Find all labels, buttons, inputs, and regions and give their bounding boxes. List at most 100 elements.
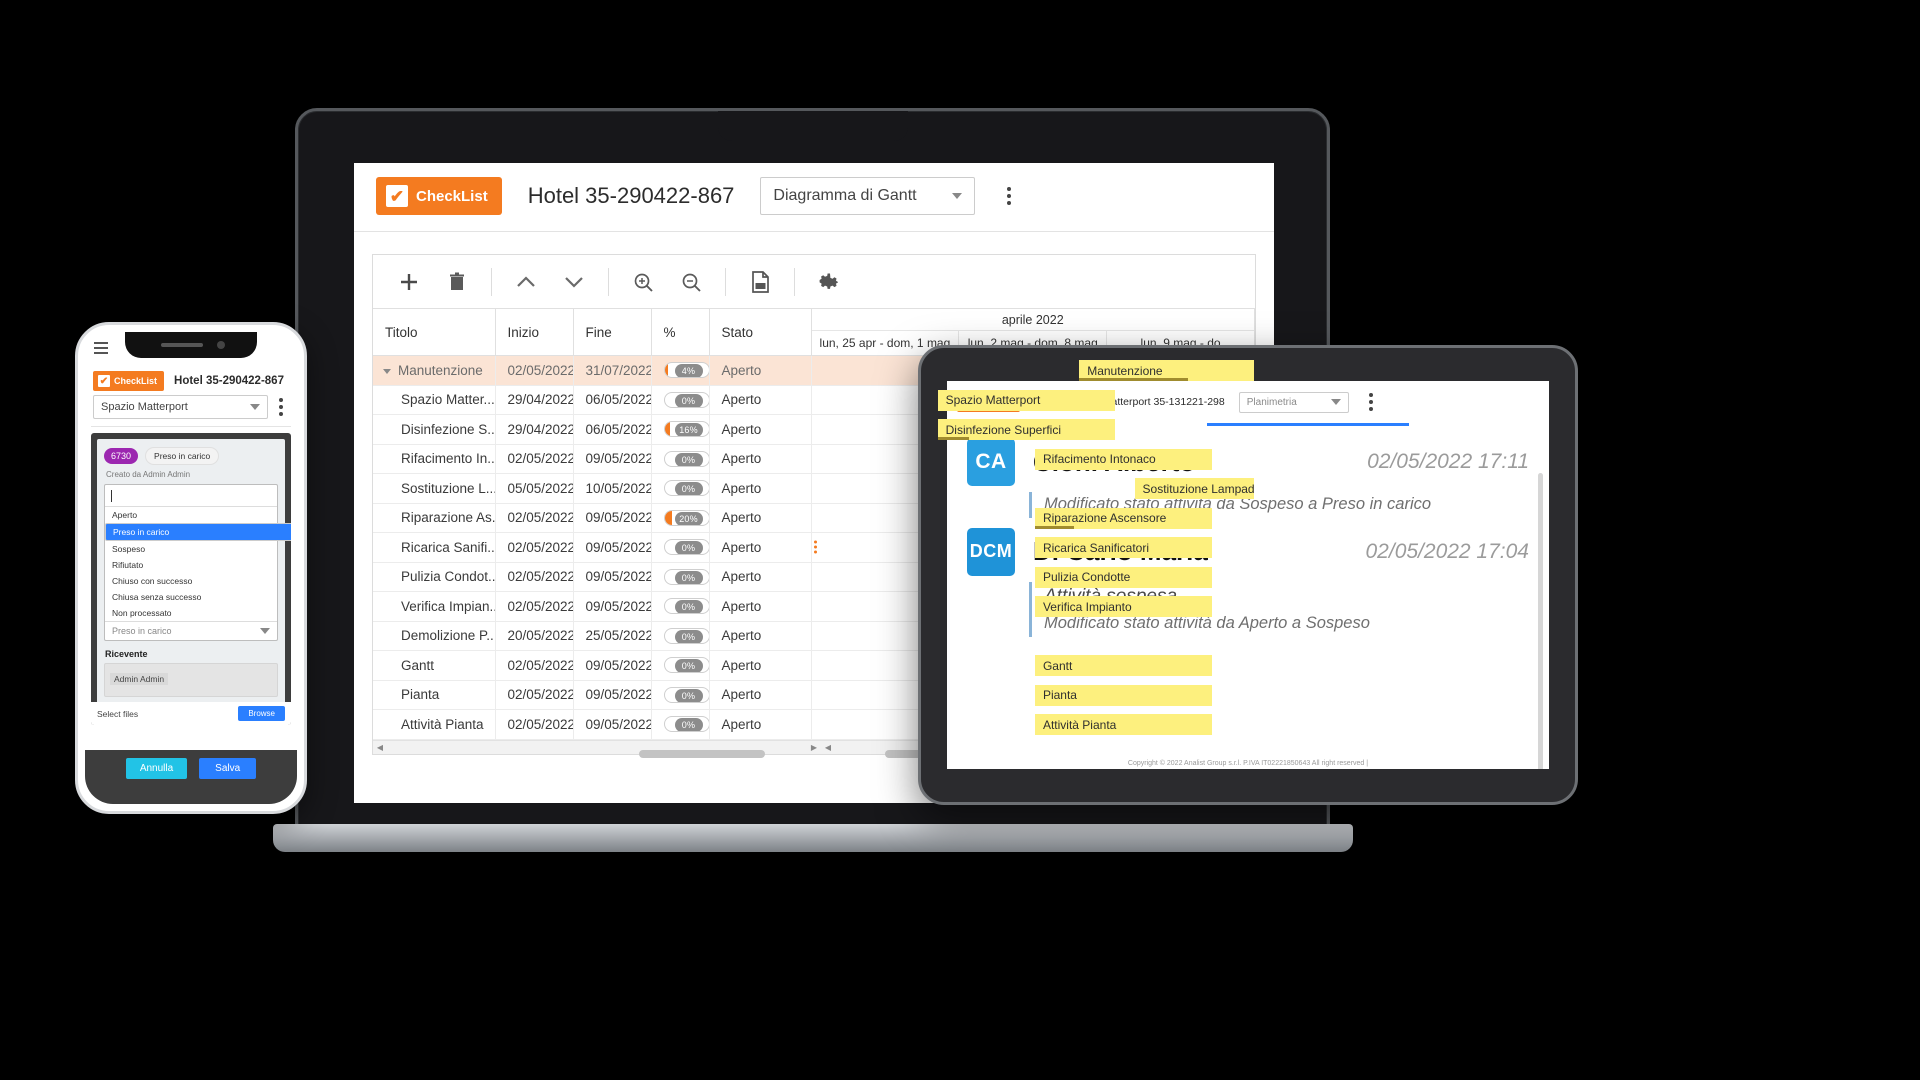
- cell-stato: Aperto: [709, 621, 812, 651]
- delete-task-button[interactable]: [435, 261, 479, 303]
- cell-titolo: Ricarica Sanifi...: [373, 532, 496, 563]
- app-logo[interactable]: ✔ CheckList: [93, 371, 165, 391]
- status-badge: Preso in carico: [145, 447, 220, 465]
- toolbar-divider: [491, 267, 492, 296]
- status-options-list[interactable]: Aperto Preso in carico Sospeso Rifiutato Chi…: [105, 507, 291, 621]
- more-options-button[interactable]: [273, 394, 289, 420]
- gantt-bar-label: Rifacimento Intonaco: [1042, 452, 1156, 466]
- activity-timestamp: 02/05/2022 17:11: [1367, 450, 1529, 473]
- progress-pill: 0%: [663, 568, 708, 585]
- status-option-3[interactable]: Rifiutato: [105, 557, 277, 573]
- cell-inizio: 02/05/2022: [495, 444, 574, 474]
- scroll-right-icon[interactable]: ▶: [807, 743, 821, 752]
- cell-percent: 0%: [651, 650, 710, 681]
- progress-pill: 16%: [663, 421, 708, 438]
- status-combobox[interactable]: Aperto Preso in carico Sospeso Rifiutato Chi…: [104, 484, 291, 641]
- col-header-percent[interactable]: %: [651, 309, 710, 356]
- vertical-scrollbar[interactable]: [1538, 473, 1543, 769]
- cell-inizio: 02/05/2022: [495, 532, 574, 563]
- save-button[interactable]: Salva: [199, 758, 257, 779]
- scroll-left-icon[interactable]: ◀: [373, 743, 387, 752]
- modal-footer: Annulla Salva: [85, 750, 297, 804]
- col-header-fine[interactable]: Fine: [573, 309, 652, 356]
- gantt-bar[interactable]: Verifica Impianto: [1034, 596, 1212, 617]
- col-header-stato[interactable]: Stato: [709, 309, 812, 356]
- gantt-bar[interactable]: Pulizia Condotte: [1034, 566, 1212, 588]
- export-pdf-button[interactable]: [738, 261, 782, 303]
- scroll-left-icon-2[interactable]: ◀: [821, 743, 835, 752]
- progress-value: 0%: [674, 570, 703, 584]
- activity-timestamp: 02/05/2022 17:04: [1365, 539, 1530, 563]
- status-option-6[interactable]: Non processato: [105, 605, 277, 621]
- gantt-bar[interactable]: Ricarica Sanificatori: [1034, 537, 1212, 558]
- tablet-bezel: ✔ CheckList Manutenzione Matterport 35-1…: [918, 345, 1578, 805]
- status-option-4[interactable]: Chiuso con successo: [105, 573, 277, 589]
- gantt-bar[interactable]: Riparazione Ascensore: [1034, 507, 1212, 529]
- progress-value: 0%: [674, 688, 703, 702]
- table-row[interactable]: Gantt 02/05/2022 09/05/2022 0% Aperto Gantt: [373, 650, 1255, 681]
- progress-pill: 0%: [663, 480, 708, 497]
- table-row[interactable]: Manutenzione 02/05/2022 31/07/2022 4% Aperto…: [373, 355, 1255, 386]
- cell-percent: 0%: [651, 562, 710, 592]
- page-title: Hotel 35-290422-867: [527, 183, 735, 208]
- status-option-1[interactable]: Preso in carico: [105, 523, 291, 541]
- view-select[interactable]: Diagramma di Gantt: [760, 177, 976, 215]
- gantt-bar[interactable]: Attività Pianta: [1034, 714, 1212, 735]
- status-option-0[interactable]: Aperto: [105, 507, 277, 523]
- zoom-in-button[interactable]: [621, 261, 665, 303]
- table-row[interactable]: Riparazione As... 02/05/2022 09/05/2022 20%…: [373, 503, 1255, 533]
- status-search-input[interactable]: [105, 485, 277, 507]
- table-row[interactable]: Verifica Impian... 02/05/2022 09/05/2022 0%…: [373, 591, 1255, 622]
- more-options-button[interactable]: [1363, 389, 1379, 415]
- gantt-bar[interactable]: Rifacimento Intonaco: [1034, 448, 1212, 470]
- cancel-button[interactable]: Annulla: [125, 758, 188, 779]
- add-task-button[interactable]: [387, 261, 431, 303]
- table-row[interactable]: Rifacimento In... 02/05/2022 09/05/2022 0% A…: [373, 444, 1255, 474]
- view-select[interactable]: Planimetria: [1238, 391, 1349, 413]
- app-logo[interactable]: ✔ CheckList: [376, 177, 502, 215]
- progress-value: 4%: [674, 364, 703, 378]
- progress-pill: 20%: [663, 509, 708, 526]
- gantt-bar[interactable]: Spazio Matterport: [937, 389, 1115, 411]
- table-row[interactable]: Pulizia Condot... 02/05/2022 09/05/2022 0% A…: [373, 562, 1255, 592]
- gantt-bar-label: Manutenzione: [1087, 363, 1163, 378]
- settings-button[interactable]: [807, 261, 851, 303]
- gantt-bar[interactable]: Disinfezione Superfici: [937, 419, 1115, 440]
- progress-value: 0%: [674, 659, 703, 673]
- cell-inizio: 20/05/2022: [495, 621, 574, 651]
- cell-percent: 0%: [651, 532, 710, 563]
- row-menu-icon[interactable]: [813, 540, 817, 554]
- cell-stato: Aperto: [709, 591, 812, 622]
- cell-titolo: Demolizione P...: [373, 621, 496, 651]
- gantt-bar-label: Disinfezione Superfici: [945, 422, 1061, 437]
- table-row[interactable]: Ricarica Sanifi... 02/05/2022 09/05/2022 0%…: [373, 532, 1255, 563]
- gantt-toolbar: [373, 255, 1255, 309]
- toolbar-divider: [608, 267, 609, 296]
- col-header-titolo[interactable]: Titolo: [373, 309, 496, 356]
- view-select[interactable]: Spazio Matterport: [93, 395, 268, 419]
- gantt-bar[interactable]: Pianta: [1034, 684, 1212, 706]
- status-option-2[interactable]: Sospeso: [105, 541, 277, 557]
- menu-icon[interactable]: [94, 342, 108, 354]
- laptop-notch: [717, 111, 908, 141]
- move-down-button[interactable]: [552, 261, 596, 303]
- table-row[interactable]: Attività Pianta 02/05/2022 09/05/2022 0% Ape…: [373, 709, 1255, 740]
- ricevente-tag: Admin Admin: [110, 673, 169, 685]
- more-options-button[interactable]: [1001, 183, 1017, 209]
- task-card: 6730 Preso in carico Creato da Admin Adm…: [97, 439, 291, 719]
- col-header-inizio[interactable]: Inizio: [495, 309, 574, 356]
- gantt-bar[interactable]: Sostituzione Lampade: [1134, 478, 1254, 499]
- table-row[interactable]: Pianta 02/05/2022 09/05/2022 0% Aperto Pianta: [373, 680, 1255, 710]
- expand-collapse-icon[interactable]: [383, 368, 391, 374]
- progress-pill: 0%: [663, 539, 708, 556]
- progress-value: 0%: [674, 600, 703, 614]
- move-up-button[interactable]: [504, 261, 548, 303]
- gantt-bar[interactable]: Manutenzione: [1079, 360, 1254, 381]
- ricevente-field[interactable]: Admin Admin: [104, 663, 278, 697]
- status-option-5[interactable]: Chiusa senza successo: [105, 589, 277, 605]
- status-selected-row[interactable]: Preso in carico: [105, 621, 277, 640]
- browse-button[interactable]: Browse: [238, 706, 285, 721]
- zoom-out-button[interactable]: [669, 261, 713, 303]
- phone-app-header: ✔ CheckList Hotel 35-290422-867: [85, 366, 297, 394]
- gantt-bar[interactable]: Gantt: [1034, 655, 1212, 676]
